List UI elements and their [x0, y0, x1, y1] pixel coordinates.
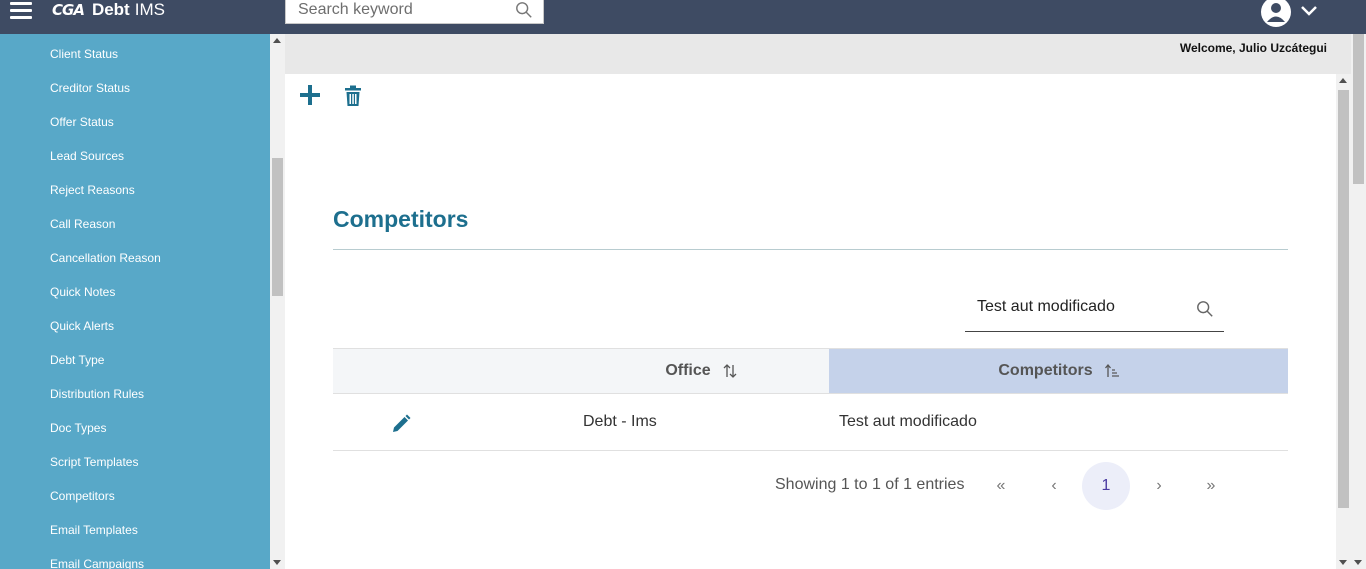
pencil-icon[interactable] [391, 414, 411, 434]
sidebar-item-script-templates[interactable]: Script Templates [50, 455, 138, 469]
previous-page-button[interactable]: ‹ [1030, 462, 1078, 510]
user-icon[interactable] [1260, 0, 1292, 28]
page-scrollbar[interactable] [1351, 34, 1366, 569]
sidebar-item-client-status[interactable]: Client Status [50, 47, 118, 61]
trash-icon[interactable] [344, 85, 362, 107]
first-page-button[interactable]: « [977, 462, 1025, 510]
scroll-down-arrow-icon[interactable] [1354, 560, 1362, 565]
sidebar-scroll-thumb[interactable] [272, 158, 283, 296]
scroll-down-arrow-icon[interactable] [273, 560, 281, 565]
page-title: Competitors [333, 206, 469, 232]
column-header-office[interactable]: Office [333, 349, 829, 393]
column-header-office-label: Office [665, 362, 711, 379]
add-icon[interactable] [299, 84, 321, 106]
cell-competitor: Test aut modificado [839, 413, 977, 430]
global-search [285, 0, 544, 24]
app-logo[interactable]: CGA Debt IMS [52, 0, 165, 20]
content-scroll-thumb[interactable] [1338, 90, 1349, 508]
chevron-down-icon[interactable] [1300, 5, 1318, 17]
welcome-bar: Welcome, Julio Uzcátegui [285, 34, 1351, 74]
main-content: Competitors Office Competitors [285, 74, 1336, 569]
top-navbar: CGA Debt IMS [0, 0, 1366, 34]
global-search-input[interactable] [298, 1, 498, 19]
sidebar-item-lead-sources[interactable]: Lead Sources [50, 149, 124, 163]
sidebar-item-creditor-status[interactable]: Creditor Status [50, 81, 130, 95]
cell-office: Debt - Ims [583, 413, 657, 430]
next-page-button[interactable]: › [1135, 462, 1183, 510]
search-icon[interactable] [515, 1, 533, 19]
sort-icon[interactable] [723, 364, 737, 378]
logo-mark: CGA [52, 1, 85, 19]
welcome-message: Welcome, Julio Uzcátegui [1179, 41, 1327, 55]
hamburger-menu-icon[interactable] [10, 2, 32, 20]
table-row: Debt - Ims Test aut modificado [333, 394, 1288, 451]
content-scrollbar[interactable] [1336, 74, 1351, 569]
page-1-button[interactable]: 1 [1082, 462, 1130, 510]
sidebar-item-doc-types[interactable]: Doc Types [50, 421, 106, 435]
sidebar-item-distribution-rules[interactable]: Distribution Rules [50, 387, 144, 401]
page-scroll-thumb[interactable] [1353, 34, 1364, 184]
sidebar-item-call-reason[interactable]: Call Reason [50, 217, 115, 231]
logo-ims-text: IMS [134, 0, 165, 19]
sidebar-item-cancellation-reason[interactable]: Cancellation Reason [50, 251, 161, 265]
column-header-competitors[interactable]: Competitors [829, 349, 1288, 393]
sidebar-item-quick-notes[interactable]: Quick Notes [50, 285, 115, 299]
sidebar-item-competitors[interactable]: Competitors [50, 489, 115, 503]
hamburger-line [10, 9, 32, 12]
scroll-up-arrow-icon[interactable] [1339, 78, 1347, 83]
sidebar-item-email-campaigns[interactable]: Email Campaigns [50, 557, 144, 569]
table-search-input[interactable] [977, 297, 1177, 317]
sidebar-item-email-templates[interactable]: Email Templates [50, 523, 138, 537]
sidebar-item-reject-reasons[interactable]: Reject Reasons [50, 183, 135, 197]
scroll-down-arrow-icon[interactable] [1339, 560, 1347, 565]
column-header-competitors-label: Competitors [998, 362, 1093, 379]
sidebar-item-offer-status[interactable]: Offer Status [50, 115, 114, 129]
table-search [965, 289, 1224, 332]
sidebar-scrollbar[interactable] [270, 34, 285, 569]
scroll-up-arrow-icon[interactable] [273, 38, 281, 43]
table-header: Office Competitors [333, 348, 1288, 394]
last-page-button[interactable]: » [1187, 462, 1235, 510]
sidebar: Client Status Creditor Status Offer Stat… [0, 34, 270, 569]
pagination-info: Showing 1 to 1 of 1 entries [775, 476, 965, 493]
search-icon[interactable] [1196, 300, 1214, 318]
sidebar-item-debt-type[interactable]: Debt Type [50, 353, 104, 367]
title-divider [333, 249, 1288, 250]
sidebar-item-quick-alerts[interactable]: Quick Alerts [50, 319, 114, 333]
hamburger-line [10, 2, 32, 5]
hamburger-line [10, 16, 32, 19]
sort-ascending-icon[interactable] [1104, 364, 1119, 378]
logo-debt-text: Debt [91, 0, 130, 19]
